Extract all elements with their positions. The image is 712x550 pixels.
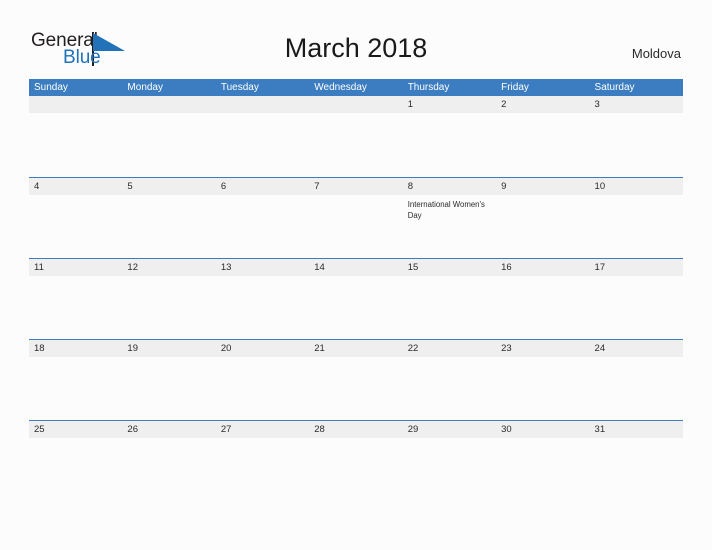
day-number: 3 xyxy=(594,99,600,110)
day-cell-31[interactable]: 31 xyxy=(590,421,683,501)
day-cell-26[interactable]: 26 xyxy=(122,421,215,501)
day-cell-25[interactable]: 25 xyxy=(29,421,122,501)
day-cell-18[interactable]: 18 xyxy=(29,340,122,420)
day-number: 4 xyxy=(34,181,40,192)
day-number: 28 xyxy=(314,424,325,435)
day-cell-19[interactable]: 19 xyxy=(122,340,215,420)
day-cell-12[interactable]: 12 xyxy=(122,259,215,339)
day-number: 9 xyxy=(501,181,507,192)
week-day-cells: 11 12 13 14 15 16 17 xyxy=(29,259,683,339)
day-cell-8[interactable]: 8 International Women's Day xyxy=(403,178,496,258)
week-day-cells: 25 26 27 28 29 30 31 xyxy=(29,421,683,501)
day-cell-11[interactable]: 11 xyxy=(29,259,122,339)
day-cell-28[interactable]: 28 xyxy=(309,421,402,501)
day-number: 16 xyxy=(501,262,512,273)
day-cell-empty xyxy=(216,96,309,176)
calendar-grid: Sunday Monday Tuesday Wednesday Thursday Frid… xyxy=(29,79,683,501)
day-number: 23 xyxy=(501,343,512,354)
day-number: 26 xyxy=(127,424,138,435)
day-number: 21 xyxy=(314,343,325,354)
day-cell-10[interactable]: 10 xyxy=(590,178,683,258)
day-number: 24 xyxy=(594,343,606,354)
day-number: 13 xyxy=(220,262,232,273)
day-cell-empty xyxy=(122,96,215,176)
day-number: 17 xyxy=(594,262,606,273)
day-number: 29 xyxy=(407,424,419,435)
day-cell-2[interactable]: 2 xyxy=(496,96,589,176)
day-number: 2 xyxy=(501,99,507,110)
day-cell-5[interactable]: 5 xyxy=(122,178,215,258)
day-cell-29[interactable]: 29 xyxy=(403,421,496,501)
day-cell-3[interactable]: 3 xyxy=(590,96,683,176)
country-label: Moldova xyxy=(631,46,681,61)
calendar-week-row: 11 12 13 14 15 16 17 xyxy=(29,258,683,339)
day-cell-23[interactable]: 23 xyxy=(496,340,589,420)
calendar-week-row: 1 2 3 xyxy=(29,96,683,177)
day-number: 20 xyxy=(220,343,232,354)
day-event-label: International Women's Day xyxy=(407,200,485,220)
day-number: 7 xyxy=(314,181,320,192)
day-cell-17[interactable]: 17 xyxy=(590,259,683,339)
day-number: 18 xyxy=(34,343,45,354)
calendar-week-row: 18 19 20 21 22 23 24 xyxy=(29,339,683,420)
day-cell-4[interactable]: 4 xyxy=(29,178,122,258)
page-header: General Blue March 2018 Moldova xyxy=(0,0,712,78)
day-cell-30[interactable]: 30 xyxy=(496,421,589,501)
day-cell-7[interactable]: 7 xyxy=(309,178,402,258)
day-cell-13[interactable]: 13 xyxy=(216,259,309,339)
day-number: 6 xyxy=(220,181,227,192)
weekday-header-sunday: Sunday xyxy=(34,82,68,93)
day-cell-20[interactable]: 20 xyxy=(216,340,309,420)
day-cell-empty xyxy=(309,96,402,176)
calendar-week-row: 4 5 6 7 8 International Women's Day 9 10 xyxy=(29,177,683,258)
calendar-weeks: 1 2 3 4 5 6 7 8 International Women's Day 9 10 11 12… xyxy=(29,96,683,501)
weekday-header-tuesday: Tuesday xyxy=(220,82,259,93)
day-cell-21[interactable]: 21 xyxy=(309,340,402,420)
day-number: 14 xyxy=(314,262,325,273)
week-day-cells: 1 2 3 xyxy=(29,96,683,176)
day-number: 15 xyxy=(407,262,419,273)
day-cell-9[interactable]: 9 xyxy=(496,178,589,258)
day-cell-14[interactable]: 14 xyxy=(309,259,402,339)
day-cell-27[interactable]: 27 xyxy=(216,421,309,501)
day-cell-22[interactable]: 22 xyxy=(403,340,496,420)
weekday-header-wednesday: Wednesday xyxy=(314,82,367,93)
week-day-cells: 4 5 6 7 8 International Women's Day 9 10 xyxy=(29,178,683,258)
weekday-header-row: Sunday Monday Tuesday Wednesday Thursday Frid… xyxy=(29,79,683,96)
day-number: 31 xyxy=(594,424,606,435)
day-number: 5 xyxy=(127,181,133,192)
day-number: 25 xyxy=(34,424,45,435)
weekday-header-monday: Monday xyxy=(127,82,163,93)
weekday-header-saturday: Saturday xyxy=(594,82,635,93)
day-number: 30 xyxy=(501,424,512,435)
day-number xyxy=(34,96,122,113)
day-cell-16[interactable]: 16 xyxy=(496,259,589,339)
calendar-week-row: 25 26 27 28 29 30 31 xyxy=(29,420,683,501)
day-number: 1 xyxy=(407,99,413,110)
weekday-header-friday: Friday xyxy=(501,82,529,93)
day-number xyxy=(221,96,309,113)
day-number: 22 xyxy=(407,343,419,354)
day-cell-6[interactable]: 6 xyxy=(216,178,309,258)
day-cell-24[interactable]: 24 xyxy=(590,340,683,420)
weekday-header-thursday: Thursday xyxy=(407,82,450,93)
day-number: 12 xyxy=(127,262,138,273)
day-number: 10 xyxy=(594,181,606,192)
day-number: 11 xyxy=(34,262,44,273)
day-number xyxy=(314,96,402,113)
day-cell-empty xyxy=(29,96,122,176)
day-number xyxy=(127,96,215,113)
day-number: 27 xyxy=(220,424,232,435)
page-title: March 2018 xyxy=(284,33,428,63)
week-day-cells: 18 19 20 21 22 23 24 xyxy=(29,340,683,420)
calendar-page: General Blue March 2018 Moldova Sunday Mo… xyxy=(0,0,712,550)
day-number: 8 xyxy=(407,181,413,192)
day-cell-1[interactable]: 1 xyxy=(403,96,496,176)
day-cell-15[interactable]: 15 xyxy=(403,259,496,339)
day-number: 19 xyxy=(127,343,138,354)
